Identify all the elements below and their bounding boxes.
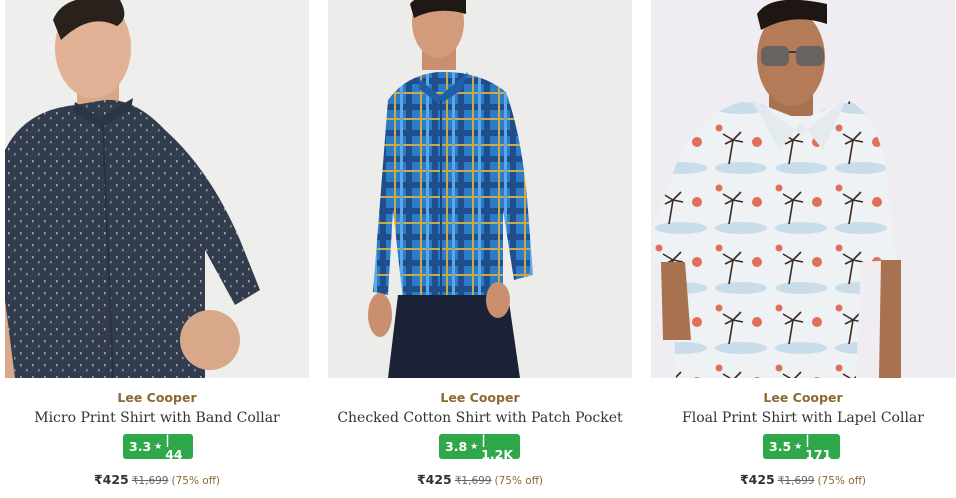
rating-badge[interactable]: 3.8 ★ | 1.2K (439, 431, 520, 462)
rating-value: 3.8 (445, 439, 468, 454)
brand-name: Lee Cooper (117, 390, 197, 405)
discount-label: (75% off) (171, 475, 221, 487)
product-image[interactable] (651, 0, 955, 378)
price-row: ₹425 ₹1,699 (75% off) (5, 469, 309, 488)
price-row: ₹425 ₹1,699 (75% off) (651, 469, 955, 488)
star-icon: ★ (470, 441, 479, 452)
review-count: | 171 (805, 431, 832, 462)
product-card[interactable]: Lee Cooper Micro Print Shirt with Band C… (5, 0, 309, 498)
product-image[interactable] (5, 0, 309, 378)
product-card[interactable]: Lee Cooper Floal Print Shirt with Lapel … (651, 0, 955, 498)
product-card[interactable]: Lee Cooper Checked Cotton Shirt with Pat… (328, 0, 632, 498)
selling-price: ₹425 (416, 472, 452, 487)
product-photo (651, 0, 901, 378)
review-count: | 1.2K (481, 431, 514, 462)
discount-label: (75% off) (494, 475, 544, 487)
product-photo (5, 0, 260, 378)
rating-badge[interactable]: 3.5 ★ | 171 (763, 431, 840, 462)
rating-value: 3.5 (769, 439, 792, 454)
review-count: | 44 (165, 431, 183, 462)
price-row: ₹425 ₹1,699 (75% off) (328, 469, 632, 488)
product-photo (368, 0, 533, 378)
product-title[interactable]: Micro Print Shirt with Band Collar (5, 410, 309, 426)
mrp-price: ₹1,699 (454, 475, 492, 487)
star-icon: ★ (794, 441, 803, 452)
product-title[interactable]: Checked Cotton Shirt with Patch Pocket (328, 410, 632, 426)
product-image[interactable] (328, 0, 632, 378)
rating-badge[interactable]: 3.3 ★ | 44 (123, 431, 193, 462)
mrp-price: ₹1,699 (777, 475, 815, 487)
brand-name: Lee Cooper (440, 390, 520, 405)
star-icon: ★ (154, 441, 163, 452)
selling-price: ₹425 (93, 472, 129, 487)
product-grid: Lee Cooper Micro Print Shirt with Band C… (0, 0, 956, 498)
rating-value: 3.3 (129, 439, 152, 454)
selling-price: ₹425 (739, 472, 775, 487)
mrp-price: ₹1,699 (131, 475, 169, 487)
discount-label: (75% off) (817, 475, 867, 487)
brand-name: Lee Cooper (763, 390, 843, 405)
product-title[interactable]: Floal Print Shirt with Lapel Collar (651, 410, 955, 426)
